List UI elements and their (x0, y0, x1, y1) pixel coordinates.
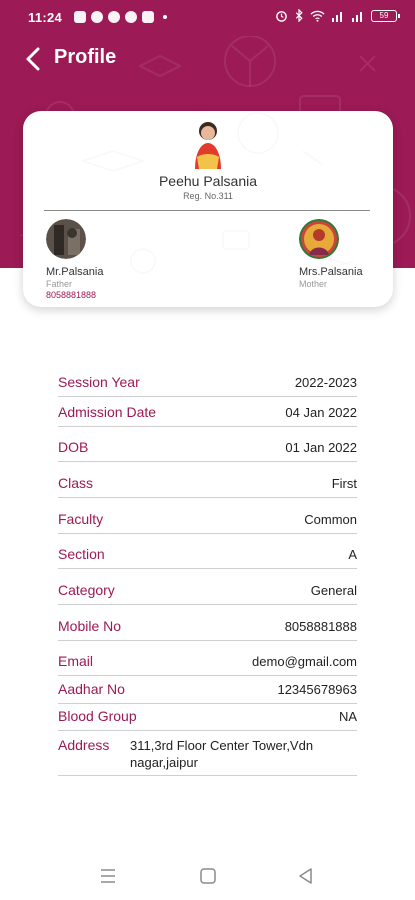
detail-row-class: Class First (58, 462, 357, 498)
detail-label: DOB (58, 439, 89, 455)
detail-row-mobile: Mobile No 8058881888 (58, 605, 357, 641)
mother-info: Mrs.Palsania Mother (299, 219, 363, 289)
detail-value: Common (304, 512, 357, 527)
father-info: Mr.Palsania Father 8058881888 (46, 219, 103, 300)
detail-row-faculty: Faculty Common (58, 498, 357, 534)
father-relation: Father (46, 279, 73, 289)
detail-row-session-year: Session Year 2022-2023 (58, 365, 357, 397)
detail-label: Class (58, 475, 94, 491)
detail-label: Aadhar No (58, 681, 125, 697)
detail-value: demo@gmail.com (252, 654, 357, 669)
detail-value: 12345678963 (277, 682, 357, 697)
detail-value: A (348, 547, 357, 562)
signal-icon (332, 11, 342, 22)
detail-row-aadhar: Aadhar No 12345678963 (58, 676, 357, 704)
detail-label: Blood Group (58, 708, 137, 724)
wifi-icon (310, 10, 325, 22)
page-title: Profile (54, 46, 117, 68)
detail-value: General (310, 583, 357, 598)
alarm-icon (276, 11, 287, 22)
detail-label: Email (58, 653, 94, 669)
card-divider (44, 210, 370, 211)
detail-value: NA (338, 709, 357, 724)
father-avatar (46, 219, 86, 259)
father-name: Mr.Palsania (46, 266, 104, 278)
detail-label: Section (58, 546, 105, 562)
detail-row-address: Address 311,3rd Floor Center Tower,Vdn n… (58, 737, 357, 776)
detail-value: 2022-2023 (294, 375, 357, 390)
system-icons: 59 (275, 9, 400, 22)
mother-name: Mrs.Palsania (299, 266, 363, 278)
detail-row-dob: DOB 01 Jan 2022 (58, 427, 357, 462)
detail-label: Session Year (58, 374, 140, 390)
mother-relation: Mother (299, 279, 328, 289)
message-icon (91, 11, 103, 23)
detail-row-category: Category General (58, 569, 357, 605)
profile-card: Peehu Palsania Reg. No.311 Mr.Palsania F… (23, 111, 393, 307)
facebook-icon (125, 11, 137, 23)
detail-value: 8058881888 (284, 619, 357, 634)
signal-icon (352, 11, 362, 22)
detail-label: Faculty (58, 511, 104, 527)
more-notifications-icon (163, 15, 167, 19)
detail-value: First (331, 476, 357, 491)
gmail-icon (142, 11, 154, 23)
detail-row-section: Section A (58, 534, 357, 569)
detail-value: 311,3rd Floor Center Tower,Vdn nagar,jai… (130, 738, 314, 770)
back-arrow-icon[interactable] (22, 44, 48, 74)
detail-label: Mobile No (58, 618, 122, 634)
student-avatar (195, 122, 221, 169)
detail-label: Address (58, 737, 110, 753)
mother-avatar (299, 219, 339, 259)
detail-row-blood-group: Blood Group NA (58, 704, 357, 731)
detail-label: Category (58, 582, 115, 598)
detail-row-admission-date: Admission Date 04 Jan 2022 (58, 397, 357, 427)
status-time: 11:24 (28, 10, 63, 25)
student-name: Peehu Palsania (158, 173, 258, 189)
notification-icons (74, 11, 167, 23)
detail-row-email: Email demo@gmail.com (58, 641, 357, 676)
home-icon[interactable] (198, 866, 218, 886)
app-icon (74, 11, 86, 23)
battery-indicator: 59 (371, 9, 400, 22)
father-phone[interactable]: 8058881888 (46, 290, 103, 300)
detail-value: 04 Jan 2022 (285, 405, 357, 420)
student-reg-no: Reg. No.311 (183, 191, 233, 201)
back-icon[interactable] (296, 866, 316, 886)
detail-value: 01 Jan 2022 (285, 440, 357, 455)
system-nav-bar (0, 850, 415, 900)
detail-label: Admission Date (58, 404, 157, 420)
bluetooth-icon (295, 9, 303, 22)
status-bar: 11:24 59 (0, 0, 415, 36)
browser-icon (108, 11, 120, 23)
menu-icon[interactable] (98, 866, 118, 886)
